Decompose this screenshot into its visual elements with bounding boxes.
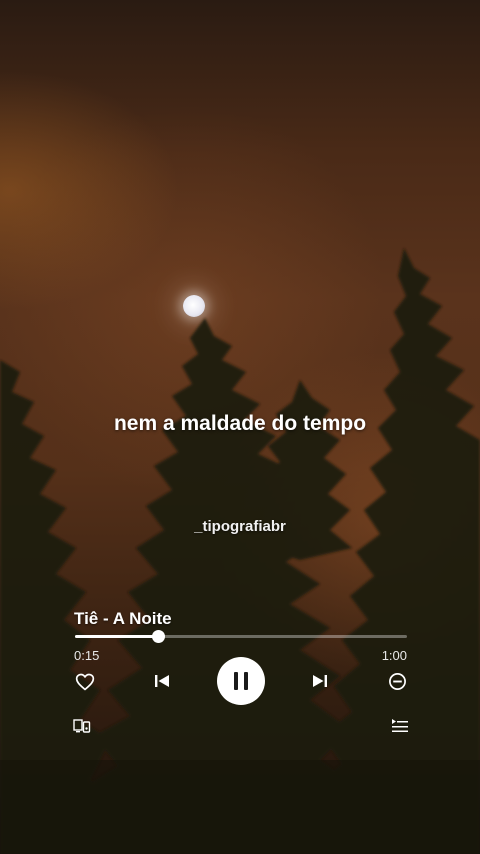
play-pause-button[interactable] [217, 657, 265, 705]
skip-previous-icon [155, 675, 169, 687]
progress-bar[interactable] [75, 630, 407, 643]
heart-icon [75, 673, 95, 691]
connect-device-icon [73, 719, 91, 733]
remove-button[interactable] [386, 670, 408, 692]
track-title: Tiê - A Noite [74, 609, 172, 628]
time-elapsed: 0:15 [74, 648, 100, 663]
connect-device-button[interactable] [72, 716, 92, 736]
queue-icon [392, 719, 408, 732]
skip-next-icon [313, 675, 327, 687]
like-button[interactable] [73, 670, 97, 694]
lyric-line: nem a maldade do tempo [113, 412, 367, 435]
next-button[interactable] [309, 670, 331, 692]
pause-icon [231, 672, 251, 690]
watermark-handle: _tipografiabr [194, 518, 286, 535]
progress-knob[interactable] [152, 630, 165, 643]
time-total: 1:00 [381, 648, 407, 663]
minus-circle-icon [388, 672, 406, 690]
previous-button[interactable] [151, 670, 173, 692]
progress-fill [75, 635, 158, 638]
queue-button[interactable] [390, 716, 410, 736]
